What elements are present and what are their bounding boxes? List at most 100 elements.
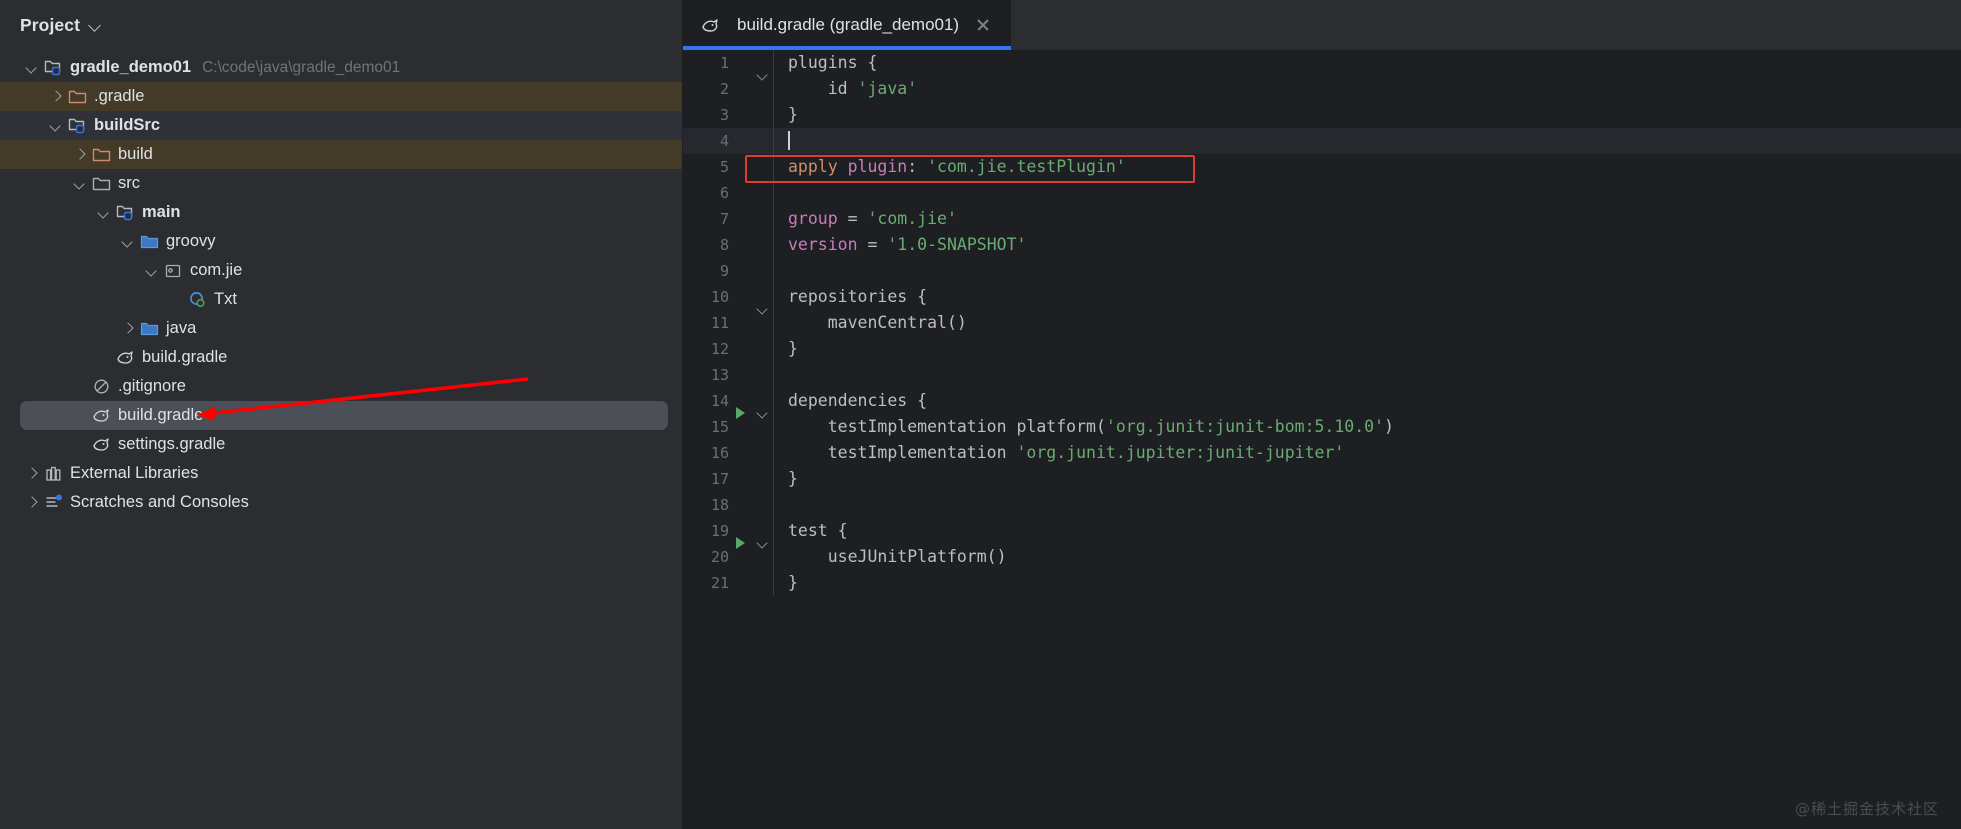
watermark: @稀土掘金技术社区 (1794, 800, 1939, 818)
code-text: repositories { (773, 284, 1961, 310)
code-text: version = '1.0-SNAPSHOT' (773, 232, 1961, 258)
tree-item-txt[interactable]: Txt (0, 285, 682, 314)
code-line-2[interactable]: 2 id 'java' (683, 76, 1961, 102)
tree-item--gitignore[interactable]: .gitignore (0, 372, 682, 401)
code-line-5[interactable]: 5 apply plugin: 'com.jie.testPlugin' (683, 154, 1961, 180)
project-file-tree[interactable]: gradle_demo01 C:\code\java\gradle_demo01.… (0, 50, 682, 517)
code-line-9[interactable]: 9 (683, 258, 1961, 284)
package-icon (164, 261, 183, 280)
code-text (773, 180, 1961, 206)
tree-item-scratches-and-consoles[interactable]: Scratches and Consoles (0, 488, 682, 517)
code-line-10[interactable]: 10 repositories { (683, 284, 1961, 310)
chevron-down-icon[interactable] (96, 205, 112, 221)
chevron-right-icon[interactable] (24, 495, 40, 511)
tree-item-label: External Libraries (70, 464, 199, 483)
tree-item-path: C:\code\java\gradle_demo01 (202, 58, 401, 76)
tree-item-label: Scratches and Consoles (70, 493, 249, 512)
tree-item-buildsrc[interactable]: buildSrc (0, 111, 682, 140)
tree-item-label: build.gradle (142, 348, 228, 367)
tree-item-build-gradle[interactable]: build.gradle (20, 401, 668, 430)
tree-item-gradle-demo01[interactable]: gradle_demo01 C:\code\java\gradle_demo01 (0, 53, 682, 82)
chevron-down-icon[interactable] (89, 19, 102, 32)
code-line-8[interactable]: 8 version = '1.0-SNAPSHOT' (683, 232, 1961, 258)
code-line-4[interactable]: 4 (683, 128, 1961, 154)
code-text: testImplementation platform('org.junit:j… (773, 414, 1961, 440)
chevron-down-icon[interactable] (24, 60, 40, 76)
gradle-icon (92, 406, 111, 425)
tree-item-label: settings.gradle (118, 435, 226, 454)
code-text: apply plugin: 'com.jie.testPlugin' (773, 154, 1961, 180)
gradle-icon (701, 16, 720, 35)
chevron-down-icon[interactable] (48, 118, 64, 134)
tree-item-main[interactable]: main (0, 198, 682, 227)
chevron-down-icon[interactable] (144, 263, 160, 279)
chevron-right-icon[interactable] (72, 147, 88, 163)
tree-item-settings-gradle[interactable]: settings.gradle (0, 430, 682, 459)
code-text: } (773, 336, 1961, 362)
tree-item-groovy[interactable]: groovy (0, 227, 682, 256)
line-number: 11 (710, 314, 729, 332)
code-text (773, 258, 1961, 284)
tree-item--gradle[interactable]: .gradle (0, 82, 682, 111)
folder-blue-icon (140, 232, 159, 251)
tree-item-label: src (118, 174, 140, 193)
code-line-11[interactable]: 11 mavenCentral() (683, 310, 1961, 336)
tab-build-gradle[interactable]: build.gradle (gradle_demo01) (683, 0, 1012, 50)
code-line-12[interactable]: 12} (683, 336, 1961, 362)
chevron-right-icon[interactable] (120, 321, 136, 337)
tree-item-label: build.gradle (118, 406, 204, 425)
line-number: 13 (710, 366, 729, 384)
module-folder-icon (116, 203, 135, 222)
code-line-3[interactable]: 3} (683, 102, 1961, 128)
code-line-16[interactable]: 16 testImplementation 'org.junit.jupiter… (683, 440, 1961, 466)
code-text: testImplementation 'org.junit.jupiter:ju… (773, 440, 1961, 466)
code-line-21[interactable]: 21} (683, 570, 1961, 596)
line-number: 12 (710, 340, 729, 358)
chevron-down-icon[interactable] (120, 234, 136, 250)
chevron-right-icon[interactable] (48, 89, 64, 105)
tree-item-com-jie[interactable]: com.jie (0, 256, 682, 285)
code-line-20[interactable]: 20 useJUnitPlatform() (683, 544, 1961, 570)
code-text: } (773, 466, 1961, 492)
tree-item-build-gradle[interactable]: build.gradle (0, 343, 682, 372)
panel-title: Project (20, 14, 81, 35)
code-editor[interactable]: 1 plugins {2 id 'java' 3} 4 5 apply plugin: '… (683, 50, 1961, 829)
line-number: 16 (710, 444, 729, 462)
tree-item-build[interactable]: build (0, 140, 682, 169)
code-line-13[interactable]: 13 (683, 362, 1961, 388)
code-line-18[interactable]: 18 (683, 492, 1961, 518)
code-line-15[interactable]: 15 testImplementation platform('org.juni… (683, 414, 1961, 440)
code-line-14[interactable]: 14 dependencies { (683, 388, 1961, 419)
code-line-6[interactable]: 6 (683, 180, 1961, 206)
tree-item-label: groovy (166, 232, 216, 251)
gradle-icon (116, 348, 135, 367)
chevron-down-icon[interactable] (72, 176, 88, 192)
line-number: 2 (719, 80, 729, 98)
editor-area: build.gradle (gradle_demo01) 1 plugins {2… (683, 0, 1961, 829)
tree-item-java[interactable]: java (0, 314, 682, 343)
code-line-17[interactable]: 17} (683, 466, 1961, 492)
close-icon[interactable] (975, 17, 991, 33)
project-panel-header[interactable]: Project (0, 0, 682, 50)
line-number: 7 (719, 210, 729, 228)
ide-window: Project gradle_demo01 C:\code\java\gradle… (0, 0, 1961, 829)
project-tool-window: Project gradle_demo01 C:\code\java\gradle… (0, 0, 683, 829)
code-line-1[interactable]: 1 plugins { (683, 50, 1961, 76)
module-folder-icon (68, 116, 87, 135)
tree-item-src[interactable]: src (0, 169, 682, 198)
code-text (773, 492, 1961, 518)
code-text: group = 'com.jie' (773, 206, 1961, 232)
line-number: 4 (719, 132, 729, 150)
code-line-7[interactable]: 7 group = 'com.jie' (683, 206, 1961, 232)
groovy-class-icon (188, 290, 207, 309)
libraries-icon (44, 464, 63, 483)
chevron-right-icon[interactable] (24, 466, 40, 482)
code-text: id 'java' (773, 76, 1961, 102)
tree-item-external-libraries[interactable]: External Libraries (0, 459, 682, 488)
tree-item-label: Txt (214, 290, 237, 309)
line-number: 18 (710, 496, 729, 514)
code-line-19[interactable]: 19 test { (683, 518, 1961, 549)
folder-gray-icon (92, 174, 111, 193)
tab-label: build.gradle (gradle_demo01) (737, 15, 960, 34)
